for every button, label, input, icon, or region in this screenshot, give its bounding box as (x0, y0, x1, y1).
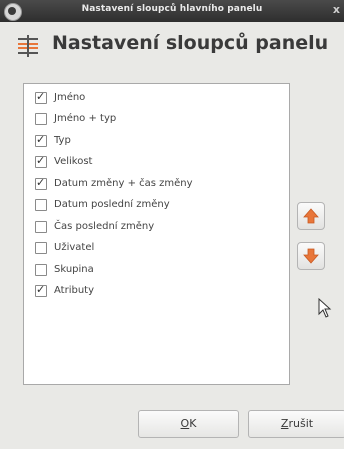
mouse-pointer-icon (318, 297, 332, 322)
page-title: Nastavení sloupců panelu (52, 32, 329, 54)
move-down-button[interactable] (297, 242, 325, 270)
list-item-label: Jméno (54, 92, 86, 103)
checkbox[interactable] (35, 242, 47, 254)
move-up-button[interactable] (297, 202, 325, 230)
checkbox[interactable] (35, 199, 47, 211)
list-item-label: Čas poslední změny (54, 221, 155, 232)
checkbox[interactable] (35, 176, 47, 190)
cancel-label: rušit (288, 417, 314, 430)
ok-mnemonic: O (180, 417, 190, 430)
list-item[interactable]: Datum změny + čas změny (24, 174, 289, 194)
list-item[interactable]: Jméno (24, 88, 289, 108)
ok-button[interactable]: OK (138, 410, 239, 438)
list-item[interactable]: Skupina (24, 260, 289, 280)
checkbox[interactable] (35, 90, 47, 104)
checkbox[interactable] (35, 283, 47, 297)
checkbox[interactable] (35, 113, 47, 125)
columns-list[interactable]: Jméno Jméno + typ Typ Velikost Datum změ… (23, 83, 290, 385)
checkbox[interactable] (35, 221, 47, 233)
list-item[interactable]: Jméno + typ (24, 109, 289, 129)
columns-settings-icon (16, 35, 40, 57)
list-item[interactable]: Čas poslední změny (24, 217, 289, 237)
list-item[interactable]: Typ (24, 131, 289, 151)
list-item-label: Datum poslední změny (54, 199, 170, 210)
dialog-header: Nastavení sloupců panelu (0, 22, 344, 68)
list-item-label: Uživatel (54, 242, 95, 253)
checkbox[interactable] (35, 264, 47, 276)
checkbox[interactable] (35, 133, 47, 147)
list-item-label: Datum změny + čas změny (54, 178, 193, 189)
list-item[interactable]: Atributy (24, 281, 289, 301)
checkbox[interactable] (35, 154, 47, 168)
close-icon[interactable]: x (333, 3, 340, 16)
list-item-label: Skupina (54, 264, 94, 275)
window-titlebar: Nastavení sloupců hlavního panelu x (0, 0, 344, 23)
cancel-button[interactable]: Zrušit (248, 410, 344, 438)
ok-label: K (189, 417, 197, 430)
list-item[interactable]: Datum poslední změny (24, 195, 289, 215)
list-item[interactable]: Velikost (24, 152, 289, 172)
list-item-label: Typ (54, 135, 71, 146)
list-item[interactable]: Uživatel (24, 238, 289, 258)
window-title: Nastavení sloupců hlavního panelu (81, 4, 263, 14)
list-item-label: Atributy (54, 285, 94, 296)
list-item-label: Velikost (54, 156, 93, 167)
list-item-label: Jméno + typ (54, 113, 117, 124)
